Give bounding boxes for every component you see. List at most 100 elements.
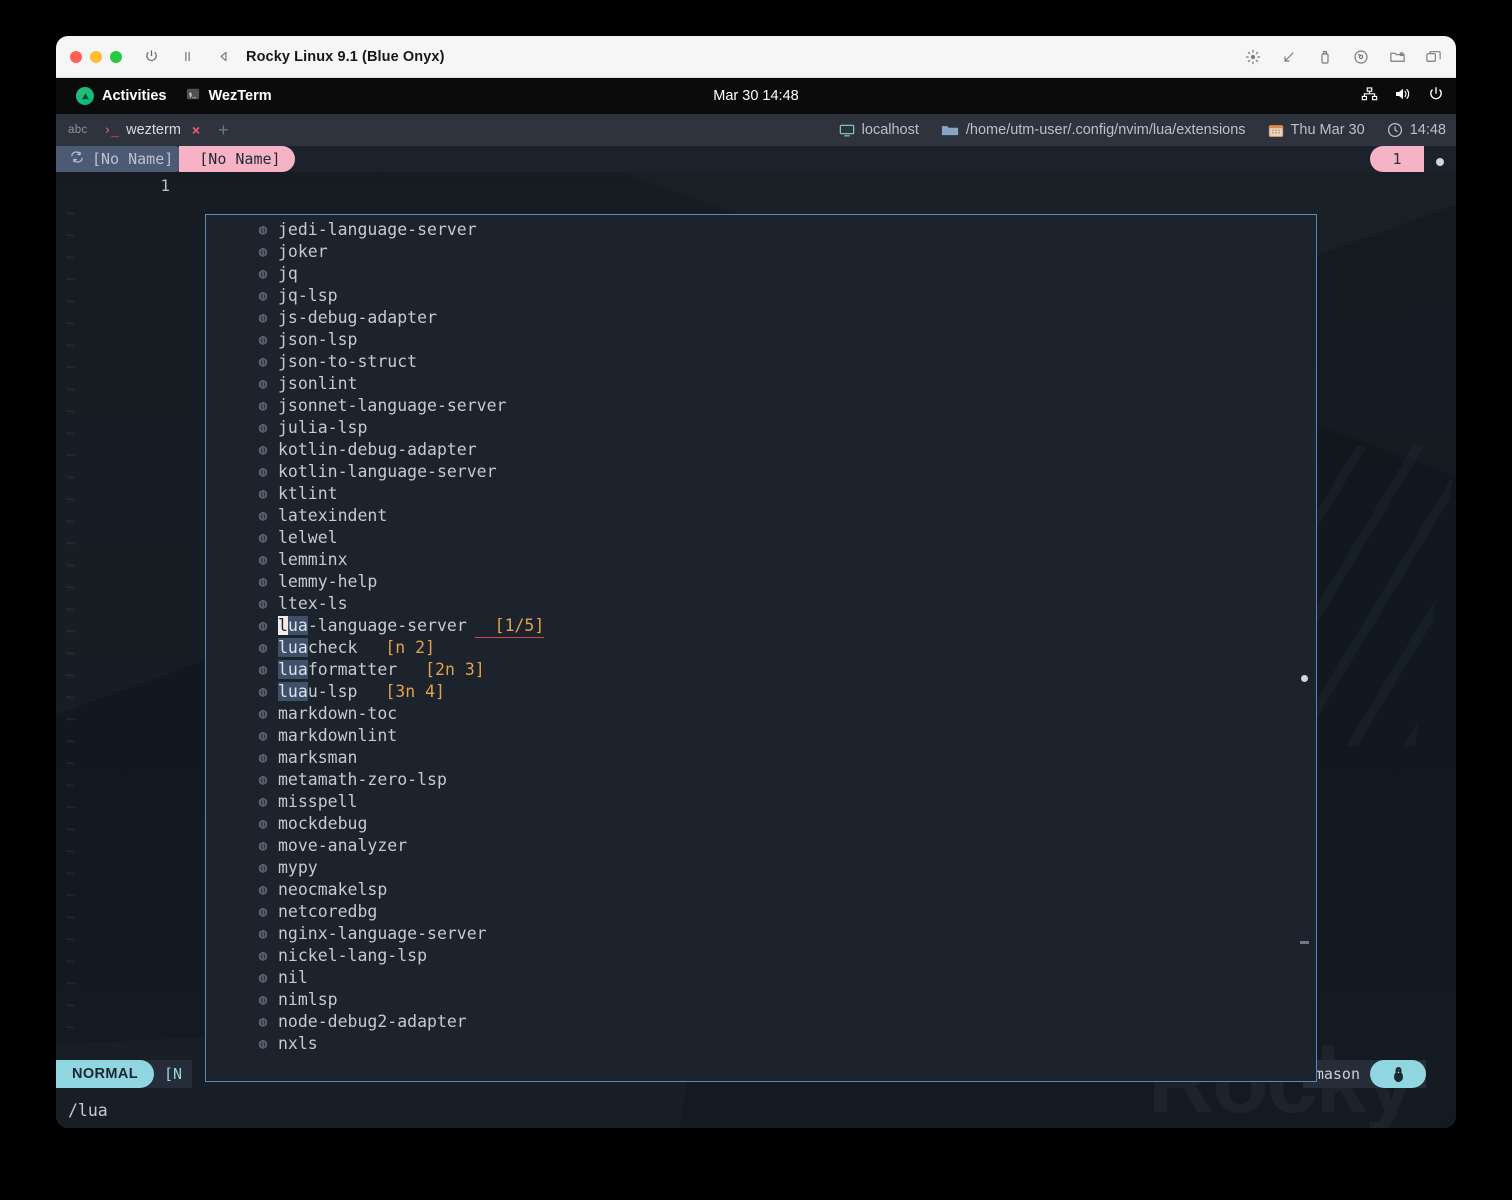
zoom-window-button[interactable]	[110, 50, 122, 63]
package-list-item[interactable]: ◍ lemmy-help	[254, 571, 1316, 593]
disc-icon[interactable]	[1352, 48, 1370, 66]
activities-button[interactable]: Activities	[66, 78, 176, 114]
package-list-item[interactable]: ◍ markdown-toc	[254, 703, 1316, 725]
popup-scrollbar-dash[interactable]	[1300, 941, 1309, 944]
package-list-item[interactable]: ◍ lelwel	[254, 527, 1316, 549]
package-list-item[interactable]: ◍ move-analyzer	[254, 835, 1316, 857]
close-window-button[interactable]	[70, 50, 82, 63]
package-list-item[interactable]: ◍ ktlint	[254, 483, 1316, 505]
wezterm-app-icon: $_	[186, 87, 200, 105]
package-list-item[interactable]: ◍ js-debug-adapter	[254, 307, 1316, 329]
pause-icon[interactable]	[178, 48, 196, 66]
command-line[interactable]: /lua	[68, 1101, 108, 1120]
package-list-item[interactable]: ◍ joker	[254, 241, 1316, 263]
popup-scrollbar-dot[interactable]	[1301, 675, 1308, 682]
package-icon: ◍	[258, 706, 268, 722]
activities-label: Activities	[102, 88, 167, 104]
new-tab-button[interactable]: +	[218, 120, 229, 141]
package-name: mockdebug	[278, 814, 368, 833]
package-list-item[interactable]: ◍ nil	[254, 967, 1316, 989]
package-list-item[interactable]: ◍ kotlin-debug-adapter	[254, 439, 1316, 461]
package-list-item[interactable]: ◍ julia-lsp	[254, 417, 1316, 439]
terminal-prompt-icon: ›_	[103, 122, 120, 138]
package-list-item[interactable]: ◍ ltex-ls	[254, 593, 1316, 615]
package-name: nxls	[278, 1034, 318, 1053]
windows-icon[interactable]	[1424, 48, 1442, 66]
package-list-item[interactable]: ◍ neocmakelsp	[254, 879, 1316, 901]
search-highlight: lua	[278, 638, 308, 657]
package-name: kotlin-debug-adapter	[278, 440, 477, 459]
svg-text:$_: $_	[189, 92, 197, 99]
package-list-item[interactable]: ◍ luaformatter [2n 3]	[254, 659, 1316, 681]
editor-scrollbar-dot[interactable]	[1436, 158, 1444, 166]
package-list-item[interactable]: ◍ luau-lsp [3n 4]	[254, 681, 1316, 703]
package-name: luacheck	[278, 638, 358, 657]
package-list-item[interactable]: ◍ markdownlint	[254, 725, 1316, 747]
package-icon: ◍	[258, 662, 268, 678]
close-tab-icon[interactable]: ×	[192, 122, 200, 138]
search-highlight: lua	[278, 660, 308, 679]
wezterm-tab[interactable]: ›_ wezterm ×	[103, 114, 200, 146]
package-list-item[interactable]: ◍ kotlin-language-server	[254, 461, 1316, 483]
package-name: misspell	[278, 792, 358, 811]
package-list-item[interactable]: ◍ nickel-lang-lsp	[254, 945, 1316, 967]
shared-folder-icon[interactable]	[1388, 48, 1406, 66]
power-icon	[1428, 86, 1444, 106]
package-name: jsonlint	[278, 374, 358, 393]
minimize-window-button[interactable]	[90, 50, 102, 63]
package-list-item[interactable]: ◍ json-to-struct	[254, 351, 1316, 373]
package-icon: ◍	[258, 728, 268, 744]
back-icon[interactable]	[214, 48, 232, 66]
package-name: julia-lsp	[278, 418, 368, 437]
package-icon: ◍	[258, 1036, 268, 1052]
resize-icon[interactable]	[1280, 48, 1298, 66]
package-icon: ◍	[258, 244, 268, 260]
package-list-item[interactable]: ◍ jsonlint	[254, 373, 1316, 395]
package-list-item[interactable]: ◍ jq-lsp	[254, 285, 1316, 307]
brightness-icon[interactable]	[1244, 48, 1262, 66]
package-list-item[interactable]: ◍ misspell	[254, 791, 1316, 813]
package-name: jq	[278, 264, 298, 283]
package-list-item[interactable]: ◍ lua-language-server [1/5]	[254, 615, 1316, 638]
package-name: lemminx	[278, 550, 348, 569]
package-list-item[interactable]: ◍ nxls	[254, 1033, 1316, 1055]
power-icon[interactable]	[142, 48, 160, 66]
package-list-item[interactable]: ◍ jedi-language-server	[254, 219, 1316, 241]
mason-package-list: ◍ jedi-language-server ◍ joker ◍ jq ◍ jq-lsp ◍ js…	[206, 219, 1316, 1081]
package-list-item[interactable]: ◍ json-lsp	[254, 329, 1316, 351]
statusline-left: NORMAL [N	[56, 1060, 193, 1088]
package-list-item[interactable]: ◍ lemminx	[254, 549, 1316, 571]
package-name: lemmy-help	[278, 572, 378, 591]
package-list-item[interactable]: ◍ netcoredbg	[254, 901, 1316, 923]
package-list-item[interactable]: ◍ metamath-zero-lsp	[254, 769, 1316, 791]
search-cursor: l	[278, 616, 288, 635]
package-list-item[interactable]: ◍ marksman	[254, 747, 1316, 769]
package-name: luaformatter	[278, 660, 398, 679]
package-icon: ◍	[258, 618, 268, 634]
package-list-item[interactable]: ◍ latexindent	[254, 505, 1316, 527]
package-list-item[interactable]: ◍ node-debug2-adapter	[254, 1011, 1316, 1033]
package-icon: ◍	[258, 684, 268, 700]
linux-tux-icon	[1370, 1060, 1426, 1088]
package-list-item[interactable]: ◍ luacheck [n 2]	[254, 637, 1316, 659]
package-name: luau-lsp	[278, 682, 358, 701]
gnome-status-area[interactable]	[1361, 86, 1444, 106]
search-match-counter: [3n 4]	[365, 682, 445, 701]
package-icon: ◍	[258, 288, 268, 304]
package-list-item[interactable]: ◍ nginx-language-server	[254, 923, 1316, 945]
input-method-indicator: abc	[68, 124, 88, 136]
wezterm-tabbar: abc ›_ wezterm × + localhost /home/utm-u…	[56, 114, 1456, 146]
buffer-tab-1-label: [No Name]	[92, 150, 174, 168]
buffer-tab-1[interactable]: [No Name]	[56, 146, 188, 172]
package-list-item[interactable]: ◍ jq	[254, 263, 1316, 285]
gnome-clock[interactable]: Mar 30 14:48	[713, 88, 798, 104]
package-list-item[interactable]: ◍ jsonnet-language-server	[254, 395, 1316, 417]
package-name: joker	[278, 242, 328, 261]
package-list-item[interactable]: ◍ mockdebug	[254, 813, 1316, 835]
buffer-tab-2[interactable]: [No Name]	[179, 146, 295, 172]
package-list-item[interactable]: ◍ mypy	[254, 857, 1316, 879]
usb-icon[interactable]	[1316, 48, 1334, 66]
package-name: markdown-toc	[278, 704, 398, 723]
app-menu-wezterm[interactable]: $_ WezTerm	[176, 78, 281, 114]
package-list-item[interactable]: ◍ nimlsp	[254, 989, 1316, 1011]
